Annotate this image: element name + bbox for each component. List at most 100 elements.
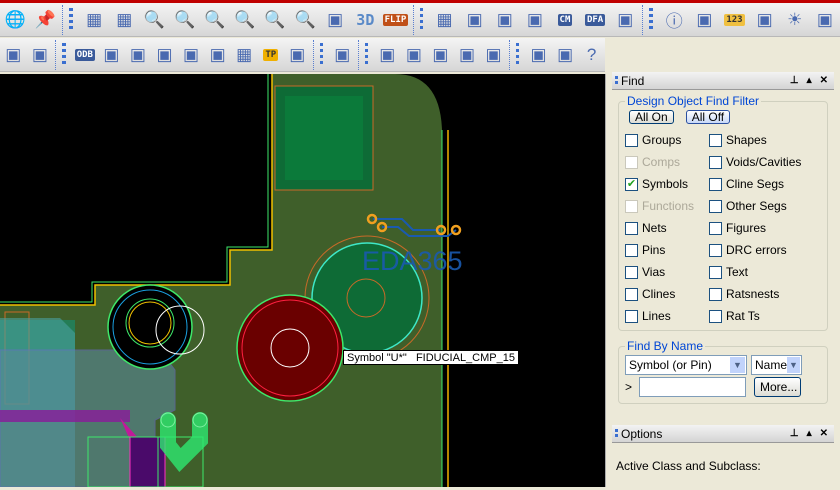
3d-view-button[interactable]: 3D [350, 6, 380, 34]
snapshot-button[interactable]: ▣ [151, 41, 178, 69]
pushpin-button[interactable]: 📌 [30, 6, 60, 34]
design-canvas[interactable]: EDA365 Symbol "U*" FIDUCIAL_CMP_15 [0, 74, 605, 488]
pad-edit-button[interactable]: ▣ [125, 41, 152, 69]
checkbox-rat-ts[interactable]: Rat Ts [709, 308, 809, 324]
name-input[interactable] [639, 377, 746, 397]
dim-button[interactable]: ▣ [810, 6, 840, 34]
padstack-list-button[interactable]: ▣ [204, 41, 231, 69]
world-view-button[interactable]: ▣ [610, 6, 640, 34]
toolbar-grip[interactable] [62, 42, 66, 67]
checkbox-box[interactable] [625, 155, 638, 169]
checkbox-clines[interactable]: Clines [625, 286, 709, 302]
checkbox-box[interactable] [625, 287, 638, 301]
grid-view-button[interactable]: ▦ [79, 6, 109, 34]
more-button[interactable]: More... [754, 377, 801, 397]
checkbox-box[interactable] [625, 309, 638, 323]
checkbox-other-segs[interactable]: Other Segs [709, 198, 809, 214]
measure-button[interactable]: 123 [719, 6, 749, 34]
checkbox-box[interactable] [709, 199, 722, 213]
checkbox-box[interactable] [709, 243, 722, 257]
all-off-button[interactable]: All Off [685, 110, 731, 124]
report-button[interactable]: ▣ [689, 6, 719, 34]
toolbar-grip[interactable] [515, 42, 520, 67]
signal-check-button[interactable]: ▣ [454, 41, 481, 69]
zoom-previous-button[interactable]: 🔍 [260, 6, 290, 34]
copy-windows-button[interactable]: ▣ [525, 41, 552, 69]
match-by-select[interactable]: Name ▼ [751, 355, 802, 375]
bookmark-button[interactable]: ▣ [552, 41, 579, 69]
checkbox-groups[interactable]: Groups [625, 132, 709, 148]
checkbox-vias[interactable]: Vias [625, 264, 709, 280]
globe-button[interactable]: 🌐 [0, 6, 30, 34]
checkbox-box[interactable] [709, 177, 722, 191]
minimize-icon[interactable]: ▴ [807, 428, 812, 439]
signal-book-button[interactable]: ▣ [401, 41, 428, 69]
zoom-selection-button[interactable]: 🔍 [290, 6, 320, 34]
grid-button[interactable]: ▦ [429, 6, 459, 34]
checkbox-box[interactable] [709, 155, 722, 169]
checkbox-box[interactable] [625, 265, 638, 279]
zoom-out-button[interactable]: 🔍 [230, 6, 260, 34]
panel-splitter[interactable] [605, 74, 612, 487]
checkbox-box[interactable] [709, 265, 722, 279]
checkbox-box[interactable] [709, 309, 722, 323]
layer-stack-button[interactable]: ▣ [520, 6, 550, 34]
zoom-fit-button[interactable]: 🔍 [170, 6, 200, 34]
toolbar-grip[interactable] [419, 7, 424, 32]
dimension-button[interactable]: ▣ [27, 41, 54, 69]
dfa-button[interactable]: DFA [580, 6, 610, 34]
checkbox-drc-errors[interactable]: DRC errors [709, 242, 809, 258]
flip-board-button[interactable]: FLIP [380, 6, 410, 34]
checkbox-symbols[interactable]: ✔ Symbols [625, 176, 709, 192]
checkbox-figures[interactable]: Figures [709, 220, 809, 236]
checkbox-voids-cavities[interactable]: Voids/Cavities [709, 154, 809, 170]
checkbox-shapes[interactable]: Shapes [709, 132, 809, 148]
toolbar-grip[interactable] [319, 42, 324, 67]
checkbox-box[interactable] [625, 221, 638, 235]
pad-stack-button[interactable]: ▣ [98, 41, 125, 69]
color-assign-button[interactable]: ▣ [490, 6, 520, 34]
all-on-button[interactable]: All On [629, 110, 674, 124]
pin-icon[interactable]: ⊥ [790, 75, 799, 86]
checkbox-box[interactable] [625, 243, 638, 257]
redraw-button[interactable]: ▣ [320, 6, 350, 34]
info-button[interactable]: ⓘ [659, 6, 689, 34]
color-layers-button[interactable]: ▣ [460, 6, 490, 34]
signal-probe-button[interactable]: ▣ [480, 41, 507, 69]
toolbar-grip[interactable] [364, 42, 369, 67]
testpoint-button[interactable]: TP [257, 41, 284, 69]
shadow-brush-button[interactable]: ▣ [750, 6, 780, 34]
symbol-array-button[interactable]: ▣ [284, 41, 311, 69]
checkbox-nets[interactable]: Nets [625, 220, 709, 236]
zoom-in-button[interactable]: 🔍 [200, 6, 230, 34]
odb-export-button[interactable]: ODB [72, 41, 99, 69]
route-button[interactable]: ▣ [329, 41, 356, 69]
minimize-icon[interactable]: ▴ [807, 75, 812, 86]
zoom-window-button[interactable]: 🔍 [139, 6, 169, 34]
checkbox-box[interactable]: ✔ [625, 177, 638, 191]
toolbar-grip[interactable] [69, 7, 74, 32]
object-type-select[interactable]: Symbol (or Pin) ▼ [625, 355, 747, 375]
highlight-sun-button[interactable]: ☀ [780, 6, 810, 34]
checkbox-box[interactable] [709, 133, 722, 147]
placement-grid-button[interactable]: ▦ [231, 41, 258, 69]
constraint-manager-button[interactable]: CM [550, 6, 580, 34]
close-icon[interactable]: ✕ [820, 428, 828, 439]
close-icon[interactable]: ✕ [820, 75, 828, 86]
checkbox-pins[interactable]: Pins [625, 242, 709, 258]
grid-lines-button[interactable]: ▦ [109, 6, 139, 34]
toolbar-grip[interactable] [649, 7, 654, 32]
checkbox-lines[interactable]: Lines [625, 308, 709, 324]
checkbox-cline-segs[interactable]: Cline Segs [709, 176, 809, 192]
reference-designator-button[interactable]: ▣ [178, 41, 205, 69]
pin-icon[interactable]: ⊥ [790, 428, 799, 439]
checkbox-text[interactable]: Text [709, 264, 809, 280]
checkbox-box[interactable] [709, 287, 722, 301]
checkbox-box[interactable] [625, 199, 638, 213]
signal-model-button[interactable]: ▣ [427, 41, 454, 69]
checkbox-ratsnests[interactable]: Ratsnests [709, 286, 809, 302]
help-button[interactable]: ? [578, 41, 605, 69]
signal-report-button[interactable]: ▣ [374, 41, 401, 69]
checkbox-box[interactable] [625, 133, 638, 147]
checkbox-box[interactable] [709, 221, 722, 235]
